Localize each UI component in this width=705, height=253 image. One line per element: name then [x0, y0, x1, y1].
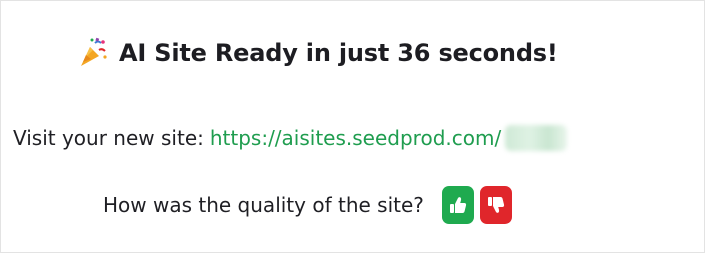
page-title: AI Site Ready in just 36 seconds!	[119, 39, 558, 67]
visit-label: Visit your new site:	[13, 126, 204, 150]
thumbs-up-button[interactable]	[441, 186, 474, 224]
title-row: AI Site Ready in just 36 seconds!	[77, 33, 558, 73]
blurred-site-slug	[505, 125, 568, 151]
result-panel: AI Site Ready in just 36 seconds! Visit …	[0, 0, 705, 253]
feedback-row: How was the quality of the site?	[103, 185, 512, 225]
party-popper-icon	[77, 37, 109, 69]
thumbs-up-icon	[449, 197, 466, 213]
feedback-question: How was the quality of the site?	[103, 193, 424, 217]
thumbs-down-button[interactable]	[479, 186, 512, 224]
thumbs-down-icon	[487, 197, 504, 213]
visit-row: Visit your new site: https://aisites.see…	[13, 123, 568, 153]
site-url-text: https://aisites.seedprod.com/	[209, 126, 502, 150]
site-url-link[interactable]: https://aisites.seedprod.com/	[209, 125, 568, 151]
